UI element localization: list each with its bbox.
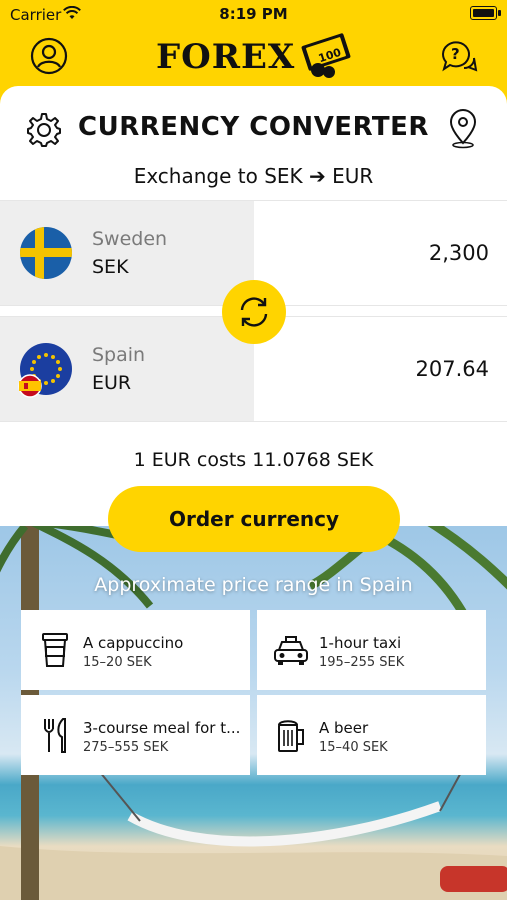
page-title: CURRENCY CONVERTER — [78, 112, 429, 142]
swap-arrows-icon — [240, 297, 268, 327]
order-currency-button[interactable]: Order currency — [108, 486, 400, 552]
spain-flag-icon — [18, 374, 42, 398]
price-item-range: 195–255 SEK — [319, 655, 405, 670]
price-item-range: 15–40 SEK — [319, 740, 388, 755]
price-item-label: A cappuccino — [83, 634, 184, 652]
logo-text: FOREX — [156, 37, 296, 77]
banknote-icon: 100 — [301, 33, 351, 78]
price-item-label: 3-course meal for t... — [83, 719, 241, 737]
taxi-icon — [274, 636, 308, 665]
location-pin-icon[interactable] — [446, 109, 480, 149]
price-tile-taxi[interactable]: 1-hour taxi 195–255 SEK — [257, 610, 486, 690]
clock: 8:19 PM — [219, 5, 288, 23]
price-item-label: A beer — [319, 719, 369, 737]
price-range-heading: Approximate price range in Spain — [94, 574, 413, 596]
profile-icon[interactable] — [29, 36, 69, 76]
price-tile-cappuccino[interactable]: A cappuccino 15–20 SEK — [21, 610, 250, 690]
forex-logo: FOREX 100 — [150, 33, 360, 81]
from-currency-code: SEK — [92, 256, 129, 278]
price-tile-beer[interactable]: A beer 15–40 SEK — [257, 695, 486, 775]
sweden-flag-icon — [20, 227, 72, 279]
to-currency-code: EUR — [92, 372, 132, 394]
price-item-label: 1-hour taxi — [319, 634, 402, 652]
svg-text:?: ? — [451, 45, 460, 63]
price-item-range: 275–555 SEK — [83, 740, 169, 755]
from-country-name: Sweden — [92, 228, 168, 250]
fork-knife-icon — [44, 718, 66, 753]
coffee-cup-icon — [42, 633, 68, 667]
to-country-name: Spain — [92, 344, 146, 366]
to-amount-value[interactable]: 207.64 — [416, 357, 489, 381]
from-currency-selector[interactable]: Sweden SEK — [0, 201, 254, 305]
price-tile-meal[interactable]: 3-course meal for t... 275–555 SEK — [21, 695, 250, 775]
exchange-direction: Exchange to SEK ➔ EUR — [133, 164, 374, 188]
to-currency-selector[interactable]: Spain EUR — [0, 317, 254, 421]
from-amount-input[interactable]: 2,300 — [429, 241, 489, 265]
price-item-range: 15–20 SEK — [83, 655, 152, 670]
status-bar: Carrier 8:19 PM — [0, 0, 507, 28]
beer-mug-icon — [278, 720, 304, 752]
exchange-rate-text: 1 EUR costs 11.0768 SEK — [133, 449, 374, 471]
battery-icon — [470, 6, 501, 20]
swap-currencies-button[interactable] — [222, 280, 286, 344]
help-chat-icon[interactable]: ? — [438, 36, 478, 76]
